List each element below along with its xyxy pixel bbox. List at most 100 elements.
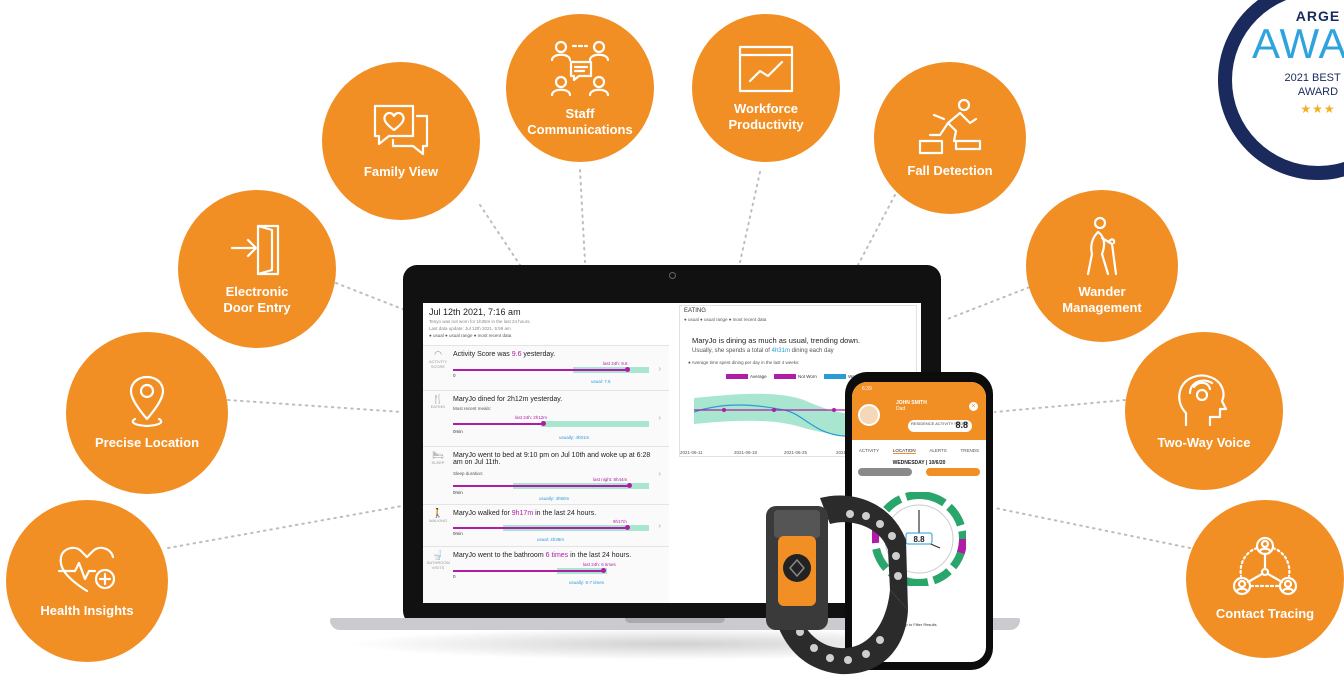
value-bar (453, 485, 629, 487)
bed-icon: 🛏 SLEEP (431, 450, 445, 466)
toilet-icon: 🚽 BATHROOM VISITS (427, 550, 450, 571)
wearable-device (766, 495, 908, 675)
last-value-label: last 24h: 6 times (583, 562, 616, 567)
insight-row-activity[interactable]: ◠ ACTIVITY SCORE Activity Score was 9.6 y… (423, 345, 669, 390)
usual-value-label: usual: 7.5 (591, 379, 611, 384)
usual-value-label: usually: 4h01m (559, 435, 590, 440)
feature-label: Precise Location (94, 435, 200, 450)
legend-swatch (773, 374, 796, 380)
feature-label: Staff Communications (527, 106, 633, 137)
award-big-text: AWA (1252, 20, 1344, 67)
chevron-right-icon[interactable]: › (658, 469, 661, 478)
tab-location[interactable]: LOCATION (892, 448, 916, 454)
avatar[interactable] (858, 404, 880, 426)
team-chat-icon (550, 40, 610, 97)
close-icon[interactable]: × (969, 402, 978, 411)
feature-wander-management: Wander Management (1026, 190, 1178, 342)
award-stars: ★★★ (1300, 102, 1336, 116)
feature-fall-detection: Fall Detection (874, 62, 1026, 214)
walking-icon: 🚶 WALKING (428, 508, 448, 524)
feature-label: Workforce Productivity (728, 101, 804, 132)
card-legend: ● usual ● usual range ● most recent data (684, 317, 767, 322)
feature-health-insights: Health Insights (6, 500, 168, 662)
feature-label: Two-Way Voice (1157, 435, 1251, 450)
legend-swatch (726, 374, 748, 380)
chevron-right-icon[interactable]: › (658, 521, 661, 530)
value-dot (625, 525, 630, 530)
map-pin-icon (129, 375, 165, 428)
axis-zero: 0 (453, 574, 456, 579)
chevron-right-icon[interactable]: › (658, 364, 661, 373)
dashboard-legend: ● usual ● usual range ● most recent data (429, 333, 512, 338)
value-bar (453, 570, 603, 572)
resident-name: JOHN SMITH Dad (896, 400, 927, 412)
insight-note: Most recent meals: (453, 406, 492, 411)
trend-chart-icon (738, 45, 794, 93)
chat-heart-icon (373, 104, 429, 156)
card-title: EATING (684, 308, 706, 314)
tab-trends[interactable]: TRENDS (961, 448, 980, 454)
last-value-label: last 24h: 9.6 (603, 361, 628, 366)
feature-staff-communications: Staff Communications (506, 14, 654, 162)
tab-alerts[interactable]: ALERTS (929, 448, 946, 454)
dashboard-header: Jul 12th 2021, 7:16 am Tenyo was not wor… (423, 303, 669, 342)
chevron-right-icon[interactable]: › (658, 413, 661, 422)
door-entry-icon (230, 224, 280, 276)
feature-label: Family View (363, 164, 439, 179)
feature-contact-tracing: Contact Tracing (1186, 500, 1344, 658)
usual-range-band (541, 421, 649, 427)
phone-tabs: ACTIVITY LOCATION ALERTS TRENDS (852, 448, 986, 454)
insight-row-walking[interactable]: 🚶 WALKING MaryJo walked for 9h17m in the … (423, 504, 669, 546)
marketing-hero: Health Insights Precise Location Electro… (0, 0, 1344, 678)
dashboard-date: Jul 12th 2021, 7:16 am (429, 307, 521, 317)
insight-message: MaryJo walked for 9h17m in the last 24 h… (453, 510, 597, 517)
feature-label: Electronic Door Entry (223, 284, 291, 315)
activity-score-pill[interactable]: RESIDENCE ACTIVITY SCORE 8.8 (908, 420, 972, 432)
trend-summary: Usually, she spends a total of 4h31m din… (692, 348, 834, 354)
insight-row-bathroom[interactable]: 🚽 BATHROOM VISITS MaryJo went to the bath… (423, 546, 669, 603)
award-line1: 2021 BEST C (1284, 72, 1344, 84)
day-filter-button[interactable] (926, 468, 980, 476)
feature-label: Contact Tracing (1215, 606, 1315, 621)
x-tick-label: 2021-06-18 (734, 450, 758, 455)
x-tick-label: 2021-06-25 (784, 450, 808, 455)
feature-label: Health Insights (40, 603, 134, 618)
value-dot (625, 367, 630, 372)
fork-knife-icon: 🍴 EATING (430, 394, 446, 410)
fall-person-icon (918, 98, 982, 155)
dashboard-last-update: Last data update: Jul 12th 2021, 5:59 am (429, 326, 511, 331)
tab-activity[interactable]: ACTIVITY (859, 448, 879, 454)
axis-zero: 0min (453, 429, 463, 434)
insight-row-sleep[interactable]: 🛏 SLEEP MaryJo went to bed at 9:10 pm on … (423, 446, 669, 504)
device-button (783, 554, 811, 582)
legend-swatch (824, 374, 847, 380)
last-value-label: last night: 8h44m (593, 477, 628, 482)
axis-zero: 0 (453, 373, 456, 378)
feature-electronic-door-entry: Electronic Door Entry (178, 190, 336, 348)
last-value-label: 9h17m (613, 519, 627, 524)
phone-header: 6:39 JOHN SMITH Dad RESIDENCE ACTIVITY SC… (852, 382, 986, 440)
value-bar (453, 369, 627, 371)
insight-row-eating[interactable]: 🍴 EATING MaryJo dined for 2h12m yesterday… (423, 390, 669, 446)
insight-message: Activity Score was 9.6 yesterday. (453, 351, 556, 358)
value-bar (453, 527, 627, 529)
value-bar (453, 423, 543, 425)
usual-value-label: usually: 4h50m (539, 496, 570, 501)
usual-value-label: usual: 4h38m (537, 537, 565, 542)
walking-cane-icon (1086, 216, 1118, 276)
heart-pulse-plus-icon (57, 546, 116, 593)
insight-message: MaryJo went to the bathroom 6 times in t… (453, 552, 632, 559)
award-line2: AWARD (1297, 86, 1339, 98)
trend-headline: MaryJo is dining as much as usual, trend… (692, 336, 861, 345)
feature-family-view: Family View (322, 62, 480, 220)
clock-center-score: 8.8 (913, 535, 925, 544)
axis-zero: 0min (453, 531, 463, 536)
last-value-label: last 24h: 2h12m (515, 415, 548, 420)
legend-label: Average (750, 374, 767, 379)
legend-label: Not Worn (797, 374, 817, 379)
feature-precise-location: Precise Location (66, 332, 228, 494)
contact-network-icon (1232, 536, 1298, 596)
laptop-base-notch (625, 618, 725, 623)
feature-workforce-productivity: Workforce Productivity (692, 14, 840, 162)
dashboard-worn-note: Tenyo was not worn for 1h35m in the last… (429, 319, 531, 324)
